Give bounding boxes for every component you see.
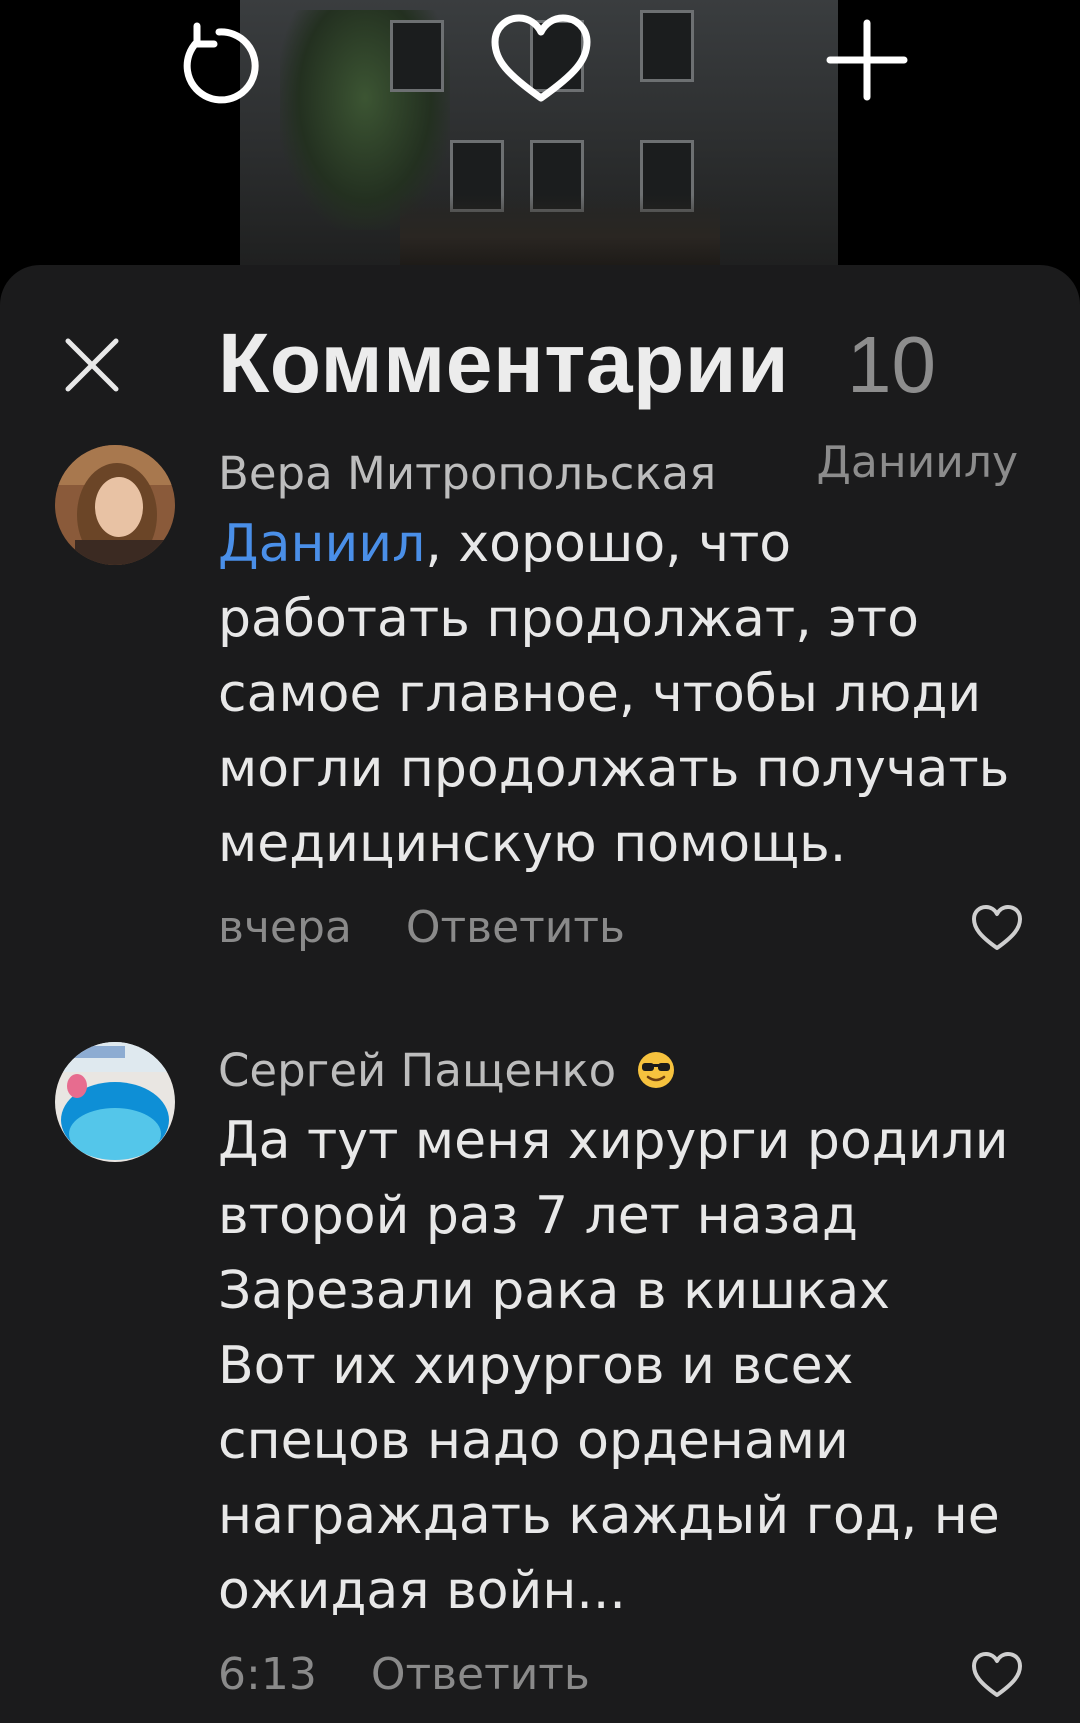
- photo-debris: [400, 195, 720, 265]
- reply-button[interactable]: Ответить: [371, 1649, 590, 1700]
- heart-outline-icon[interactable]: [970, 903, 1024, 953]
- comment-meta: вчера Ответить: [218, 902, 665, 953]
- replay-icon: [183, 22, 259, 104]
- comments-title: Комментарии: [218, 316, 790, 410]
- comments-header: Комментарии 10: [0, 265, 1080, 435]
- avatar[interactable]: [55, 445, 175, 565]
- avatar[interactable]: [55, 1042, 175, 1162]
- comments-sheet: Комментарии 10 Вера Митропольская Даниил…: [0, 265, 1080, 1723]
- comment-time: вчера: [218, 902, 352, 953]
- replay-button[interactable]: [160, 10, 270, 110]
- photo-window: [640, 10, 694, 82]
- close-icon: [65, 338, 119, 392]
- heart-outline-icon[interactable]: [970, 1650, 1024, 1700]
- comment-text: Да тут меня хирурги родили второй раз 7 …: [218, 1111, 1009, 1621]
- like-video-button[interactable]: [486, 10, 596, 110]
- sunglasses-emoji-icon: [636, 1048, 676, 1088]
- heart-icon: [491, 14, 591, 102]
- comment-author[interactable]: Вера Митропольская: [218, 447, 716, 500]
- comment-author[interactable]: Сергей Пащенко: [218, 1044, 676, 1097]
- plus-icon: [826, 19, 908, 101]
- comment-meta: 6:13 Ответить: [218, 1649, 630, 1700]
- comment-text: Даниил, хорошо, что работать продолжат, …: [218, 514, 1010, 874]
- comments-count: 10: [847, 320, 936, 409]
- close-button[interactable]: [52, 325, 132, 405]
- comment-time: 6:13: [218, 1649, 317, 1700]
- photo-window: [390, 20, 444, 92]
- reply-to-label: Даниилу: [816, 437, 1018, 488]
- reply-button[interactable]: Ответить: [406, 902, 625, 953]
- add-button[interactable]: [812, 10, 922, 110]
- mention-link[interactable]: Даниил: [218, 514, 425, 574]
